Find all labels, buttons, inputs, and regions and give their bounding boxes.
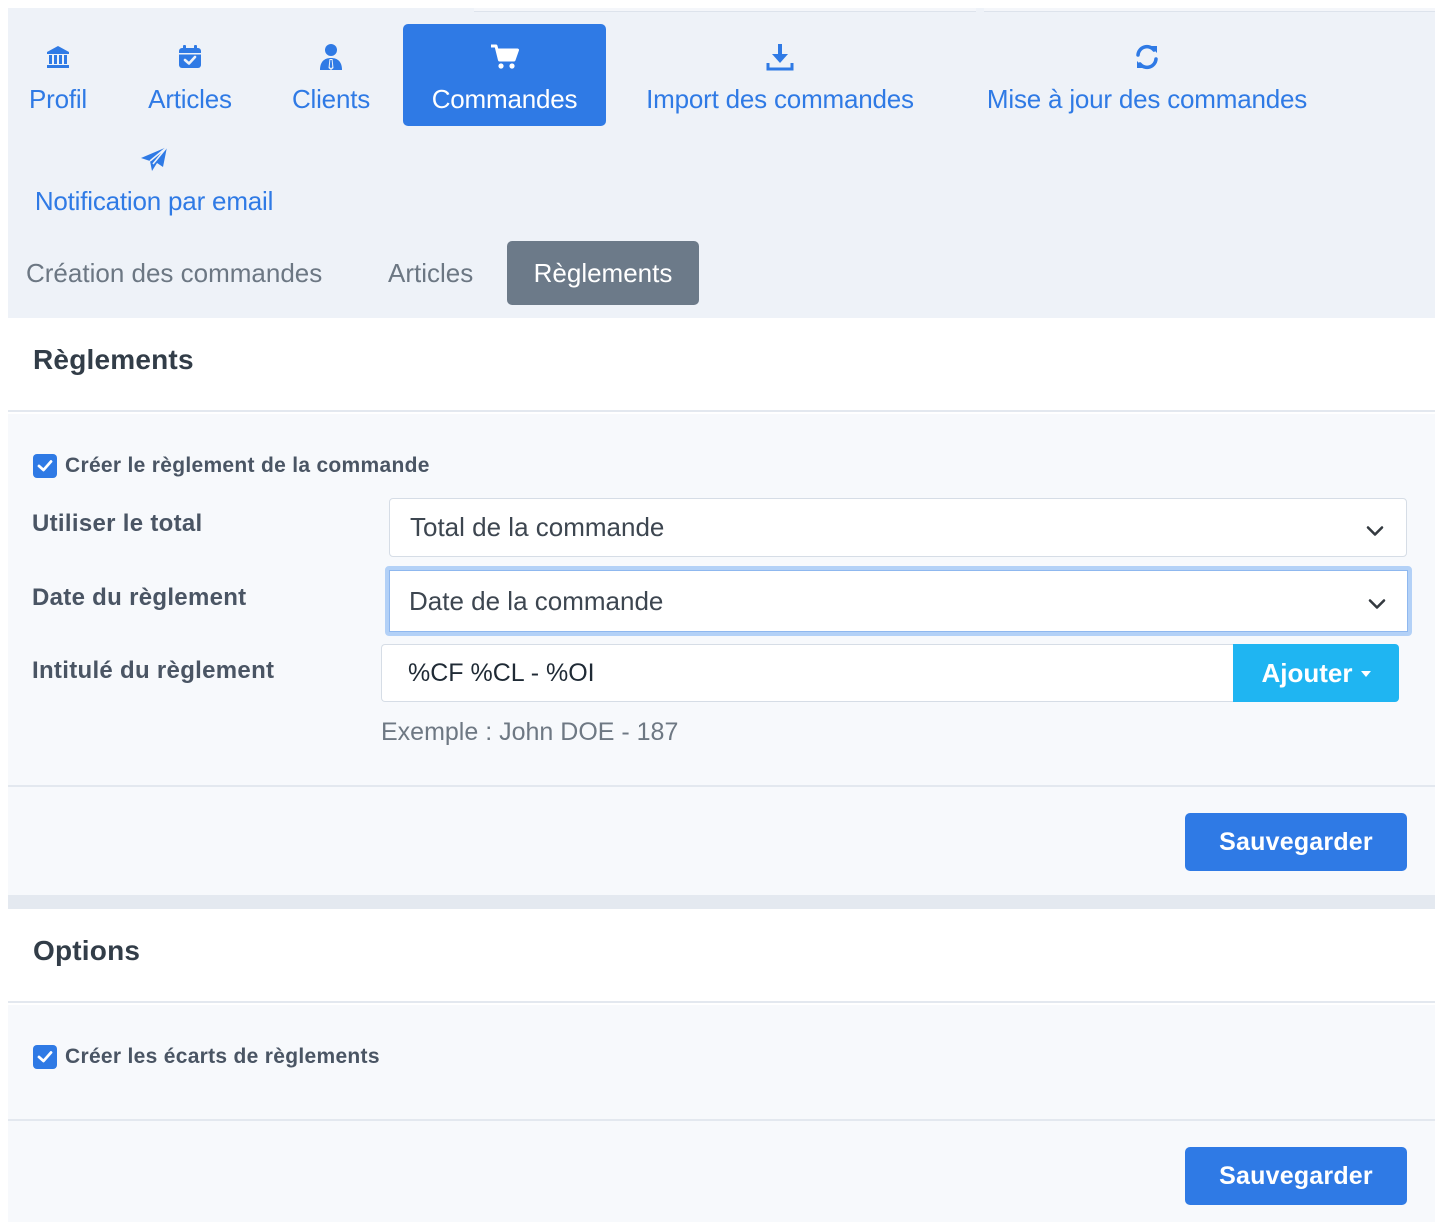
ecarts-label: Créer les écarts de règlements [65,1045,380,1068]
reglements-card-header: Règlements [8,318,1435,412]
create-reglement-label: Créer le règlement de la commande [65,454,430,477]
checkbox-checked-icon[interactable] [33,454,57,478]
tab-label: Mise à jour des commandes [986,84,1308,114]
tab-articles[interactable]: Articles [138,24,242,126]
bank-icon [45,42,71,72]
paper-plane-icon [139,144,169,174]
intitule-example: Exemple : John DOE - 187 [381,718,679,746]
reglements-card-footer: Sauvegarder [8,785,1435,895]
ajouter-label: Ajouter [1261,657,1353,688]
tab-label: Import des commandes [646,84,914,114]
options-card-body: Créer les écarts de règlements [8,1005,1435,1121]
tab-commandes[interactable]: Commandes [403,24,606,126]
total-label: Utiliser le total [32,510,203,537]
ecarts-checkbox[interactable]: Créer les écarts de règlements [33,1045,380,1069]
caret-down-icon [1360,671,1371,677]
subtab-articles[interactable]: Articles [388,241,488,305]
tab-edge [474,8,976,12]
tab-mise-a-jour-des-commandes[interactable]: Mise à jour des commandes [972,24,1322,126]
options-title: Options [33,935,141,966]
reglements-card-body: Créer le règlement de la commande Utilis… [8,414,1435,786]
date-select-value: Date de la commande [409,585,664,616]
tab-import-des-commandes[interactable]: Import des commandes [630,24,930,126]
create-reglement-checkbox[interactable]: Créer le règlement de la commande [33,454,430,478]
tab-notification-par-email[interactable]: Notification par email [18,126,290,228]
intitule-label: Intitulé du règlement [32,657,275,684]
top-strip [0,0,1435,8]
reglements-title: Règlements [33,344,194,375]
refresh-icon [1133,42,1161,72]
tab-profil[interactable]: Profil [18,24,98,126]
download-icon [766,42,794,72]
card-separator [8,895,1435,909]
subtab-creation-des-commandes[interactable]: Création des commandes [26,241,346,305]
tab-clients[interactable]: Clients [282,24,380,126]
date-select[interactable]: Date de la commande [385,566,1412,636]
subtab-reglements[interactable]: Règlements [507,241,699,305]
date-label: Date du règlement [32,584,247,611]
options-card-header: Options [8,909,1435,1003]
chevron-down-icon [1368,586,1386,617]
intitule-input-group: %CF %CL - %OI Ajouter [381,644,1399,702]
tab-label: Clients [291,84,371,114]
save-button[interactable]: Sauvegarder [1185,1147,1407,1205]
save-button[interactable]: Sauvegarder [1185,813,1407,871]
intitule-input[interactable]: %CF %CL - %OI [381,644,1233,702]
chevron-down-icon [1366,512,1384,543]
user-tie-icon [318,42,344,72]
tab-label: Articles [148,84,232,114]
calendar-check-icon [178,42,202,72]
tab-edge [984,8,1435,12]
tab-label: Notification par email [34,186,274,216]
total-select[interactable]: Total de la commande [389,498,1407,557]
cart-icon [490,42,520,72]
checkbox-checked-icon[interactable] [33,1045,57,1069]
tab-label: Profil [28,84,88,114]
total-select-value: Total de la commande [410,512,665,542]
tab-label: Commandes [431,84,578,114]
ajouter-dropdown-button[interactable]: Ajouter [1233,644,1399,702]
options-card-footer: Sauvegarder [8,1119,1435,1222]
